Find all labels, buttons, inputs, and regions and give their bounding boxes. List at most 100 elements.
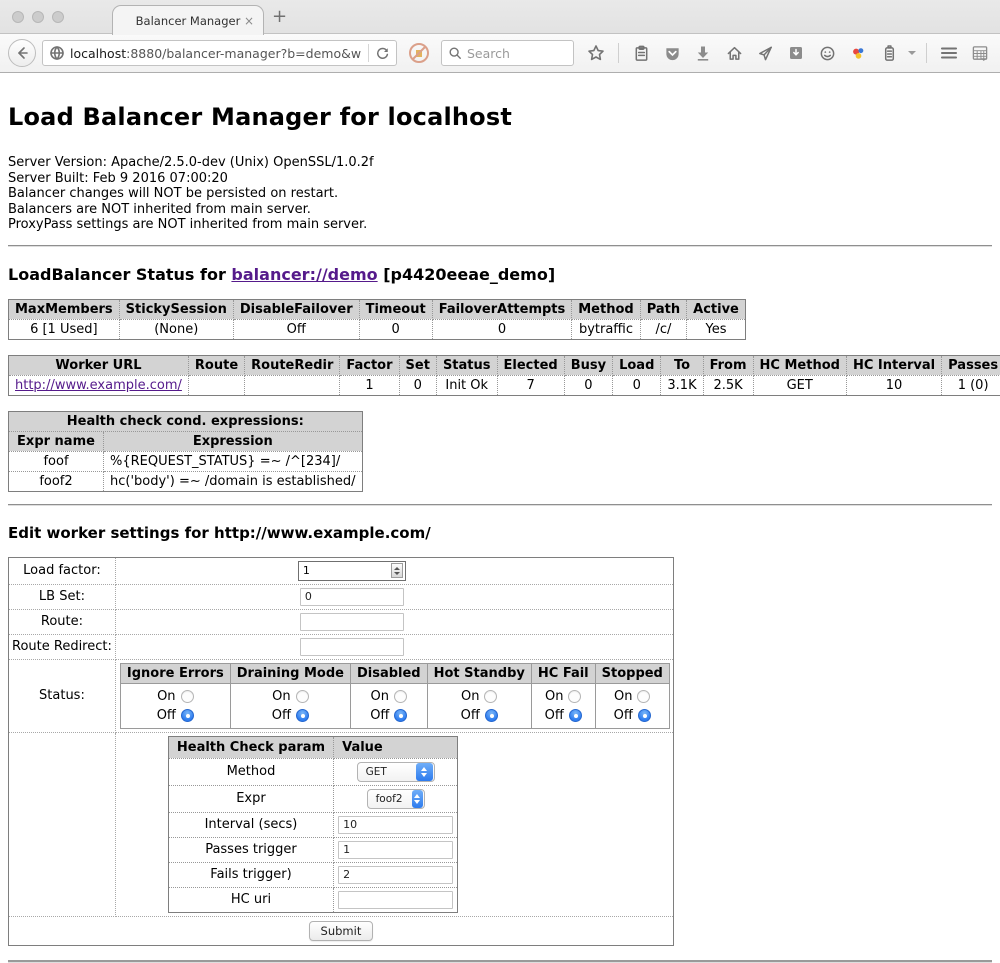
column-header: StickySession [119,299,233,319]
table-cell: 1 (0) [942,375,1000,395]
table-cell [245,375,340,395]
table-cell: 0 [359,319,432,339]
menu-button[interactable] [937,41,961,65]
tab-title: Balancer Manager [136,14,241,28]
home-button[interactable] [722,41,746,65]
status-radio-off[interactable] [569,709,582,722]
column-header: Route [188,355,244,375]
form-row-status: Status: Ignore Errors Draining Mode Disa… [9,659,674,732]
fails-input[interactable] [338,866,453,884]
status-radio-on[interactable] [394,690,407,703]
column-header: Expr name [9,431,104,451]
column-header: HC Fail [531,663,595,683]
table-header-row: MaxMembers StickySession DisableFailover… [9,299,746,319]
status-radio-off[interactable] [394,709,407,722]
status-radio-off[interactable] [296,709,309,722]
downloads-button[interactable] [691,41,715,65]
new-tab-button[interactable]: + [272,6,287,27]
on-label: On [614,687,632,706]
column-header: Stopped [595,663,669,683]
method-select[interactable]: GET [357,762,435,782]
form-row-health-check: Health Check param Value Method GET [9,732,674,916]
number-spinner[interactable] [391,563,403,578]
reading-list-button[interactable] [784,41,808,65]
reload-button[interactable] [375,46,390,61]
hc-uri-input[interactable] [338,891,453,909]
form-row-load-factor: Load factor: [9,557,674,584]
navigation-toolbar: localhost:8880/balancer-manager?b=demo&w… [0,34,1000,73]
form-row-submit: Submit [9,916,674,945]
on-label: On [272,687,290,706]
battery-button[interactable] [877,41,901,65]
url-bar[interactable]: localhost:8880/balancer-manager?b=demo&w… [42,40,397,66]
hc-uri-label: HC uri [168,887,333,912]
balancer-link[interactable]: balancer://demo [231,265,377,284]
profile-dots-icon [850,45,867,62]
status-radio-off[interactable] [181,709,194,722]
column-header: HC Interval [846,355,941,375]
search-bar[interactable] [441,40,574,66]
column-header: FailoverAttempts [432,299,572,319]
zoom-window-button[interactable] [52,11,64,23]
pocket-button[interactable] [660,41,684,65]
toolbar-icons [584,41,992,65]
column-header: Disabled [350,663,427,683]
sidebar-button[interactable] [968,41,992,65]
status-radio-off[interactable] [638,709,651,722]
worker-url-link[interactable]: http://www.example.com/ [15,378,182,393]
close-window-button[interactable] [12,11,24,23]
profile-button[interactable] [846,41,870,65]
status-radio-on[interactable] [296,690,309,703]
search-icon [448,46,462,60]
form-row-lb-set: LB Set: [9,584,674,609]
status-radio-on[interactable] [181,690,194,703]
content-block-icon[interactable] [407,41,431,65]
expr-select[interactable]: foof2 [367,789,425,809]
table-cell: 0 [564,375,612,395]
passes-input[interactable] [338,841,453,859]
form-row-route: Route: [9,609,674,634]
load-factor-input[interactable] [299,563,391,579]
expression-cell: %{REQUEST_STATUS} =~ /^[234]/ [104,451,363,471]
back-button[interactable] [8,39,36,67]
status-radio-off[interactable] [485,709,498,722]
column-header: Status [436,355,497,375]
expr-selected-value: foof2 [368,793,411,805]
hc-row-fails: Fails trigger) [168,862,457,887]
column-header: Passes [942,355,1000,375]
submit-button[interactable]: Submit [309,921,374,941]
downloads-icon [695,45,711,61]
tab-balancer-manager[interactable]: Balancer Manager × [112,5,264,35]
minimize-window-button[interactable] [32,11,44,23]
route-input[interactable] [300,613,404,631]
back-icon [14,45,30,61]
route-redirect-input[interactable] [300,638,404,656]
site-identity-globe-icon [49,45,65,61]
interval-input[interactable] [338,816,453,834]
send-tab-button[interactable] [753,41,777,65]
on-label: On [371,687,389,706]
bookmark-star-button[interactable] [584,41,608,65]
url-text[interactable]: localhost:8880/balancer-manager?b=demo&w… [70,46,362,61]
table-cell: /c/ [640,319,686,339]
table-cell: 1 [340,375,399,395]
expression-cell: hc('body') =~ /domain is established/ [104,471,363,491]
fails-label: Fails trigger) [168,862,333,887]
overflow-caret-icon[interactable] [908,51,916,55]
hc-row-passes: Passes trigger [168,837,457,862]
close-tab-icon[interactable]: × [244,14,254,28]
status-radio-on[interactable] [484,690,497,703]
status-radio-on[interactable] [568,690,581,703]
lb-set-input[interactable] [300,588,404,606]
server-info: Server Version: Apache/2.5.0-dev (Unix) … [8,155,992,233]
column-header: Elected [497,355,564,375]
feedback-button[interactable] [815,41,839,65]
page-bottom-divider [8,960,992,963]
search-input[interactable] [467,46,567,61]
column-header: Timeout [359,299,432,319]
on-label: On [545,687,563,706]
status-radio-on[interactable] [637,690,650,703]
bookmarks-menu-button[interactable] [629,41,653,65]
radio-row: On Off On Off On Off [120,683,669,728]
table-cell: bytraffic [572,319,640,339]
